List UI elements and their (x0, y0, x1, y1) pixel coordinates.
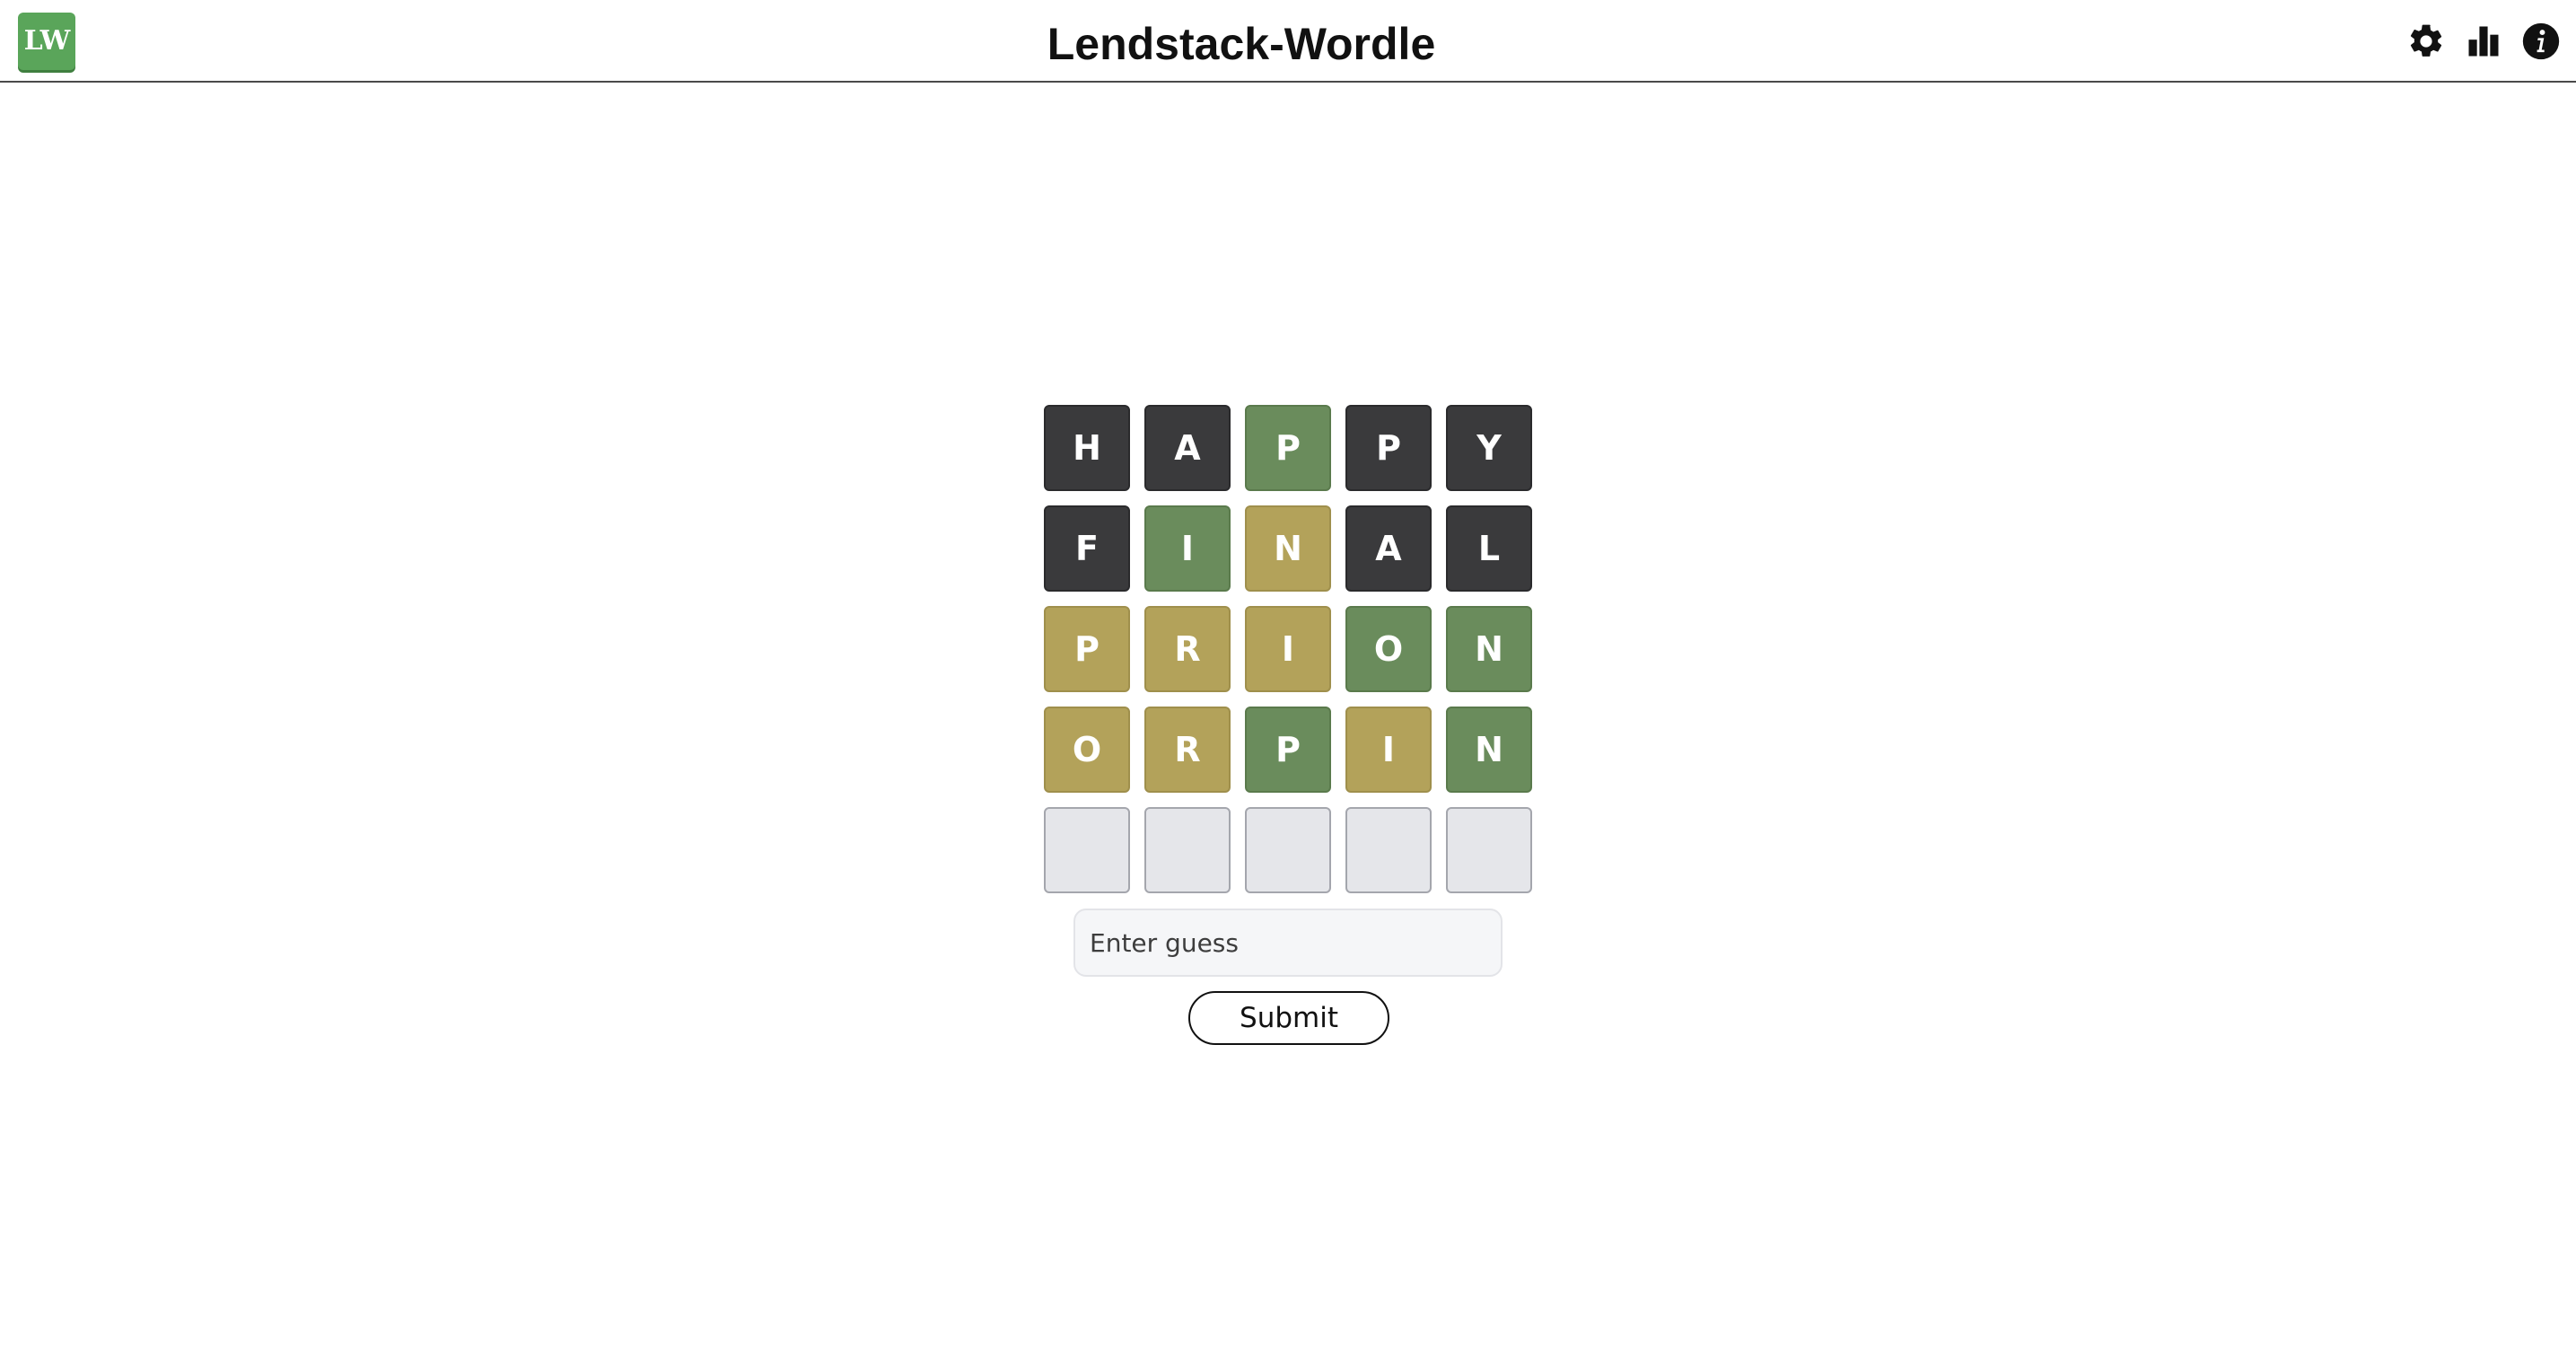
page-title: Lendstack-Wordle (1047, 19, 1436, 69)
letter-tile: R (1144, 606, 1231, 692)
game-board: H A P P Y F I N A L P R I O N O R P I N (1044, 405, 1534, 908)
letter-tile: R (1144, 707, 1231, 793)
page: LW Lendstack-Wordle H A P P Y F I N A L … (0, 0, 2576, 1352)
letter-tile: I (1345, 707, 1432, 793)
letter-tile: N (1446, 707, 1532, 793)
board-row (1044, 807, 1534, 893)
letter-tile: P (1044, 606, 1130, 692)
letter-tile: P (1345, 405, 1432, 491)
info-icon[interactable] (2521, 22, 2561, 61)
letter-tile: N (1245, 505, 1331, 592)
letter-tile: Y (1446, 405, 1532, 491)
letter-tile: P (1245, 405, 1331, 491)
board-row: P R I O N (1044, 606, 1534, 692)
letter-tile: I (1245, 606, 1331, 692)
board-row: O R P I N (1044, 707, 1534, 793)
empty-tile (1345, 807, 1432, 893)
letter-tile: A (1345, 505, 1432, 592)
board-row: H A P P Y (1044, 405, 1534, 491)
empty-tile (1044, 807, 1130, 893)
header: LW Lendstack-Wordle (0, 0, 2576, 83)
guess-input[interactable] (1073, 909, 1503, 977)
empty-tile (1446, 807, 1532, 893)
letter-tile: L (1446, 505, 1532, 592)
submit-button[interactable]: Submit (1188, 991, 1389, 1045)
letter-tile: O (1044, 707, 1130, 793)
letter-tile: A (1144, 405, 1231, 491)
empty-tile (1144, 807, 1231, 893)
letter-tile: H (1044, 405, 1130, 491)
empty-tile (1245, 807, 1331, 893)
bar-chart-icon[interactable] (2464, 22, 2503, 61)
board-row: F I N A L (1044, 505, 1534, 592)
gear-icon[interactable] (2406, 22, 2446, 61)
letter-tile: N (1446, 606, 1532, 692)
letter-tile: F (1044, 505, 1130, 592)
letter-tile: O (1345, 606, 1432, 692)
letter-tile: P (1245, 707, 1331, 793)
letter-tile: I (1144, 505, 1231, 592)
